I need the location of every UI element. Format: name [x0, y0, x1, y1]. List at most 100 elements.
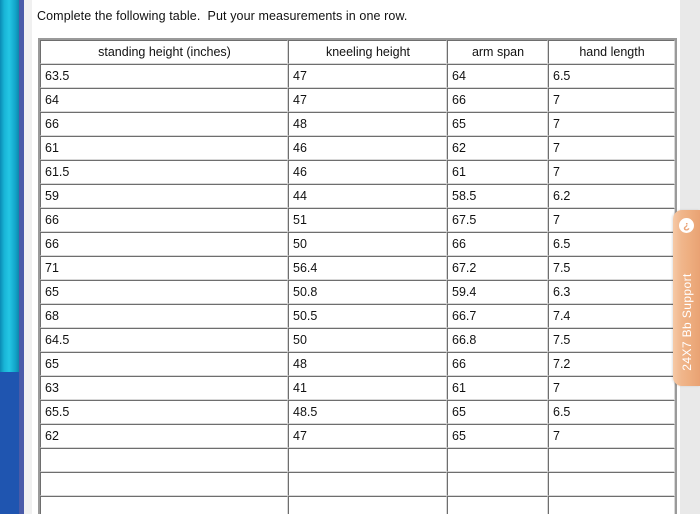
table-cell[interactable]: 7.2 [548, 352, 675, 376]
rail-segment-blue [0, 372, 19, 514]
table-cell[interactable]: 66 [447, 88, 548, 112]
table-cell[interactable] [288, 448, 447, 472]
left-navigation-rail [0, 0, 19, 514]
table-cell[interactable]: 68 [40, 304, 288, 328]
instruction-text: Complete the following table. Put your m… [37, 9, 408, 23]
table-cell[interactable] [447, 472, 548, 496]
table-header-row: standing height (inches) kneeling height… [40, 40, 675, 64]
table-cell[interactable]: 59.4 [447, 280, 548, 304]
table-row: 65 48 66 7.2 [40, 352, 675, 376]
table-cell[interactable]: 62 [40, 424, 288, 448]
table-cell[interactable]: 6.5 [548, 64, 675, 88]
table-cell[interactable]: 50.5 [288, 304, 447, 328]
table-cell[interactable]: 48 [288, 112, 447, 136]
table-cell[interactable]: 66 [447, 352, 548, 376]
table-row: 68 50.5 66.7 7.4 [40, 304, 675, 328]
table-cell[interactable]: 61 [447, 160, 548, 184]
table-cell[interactable]: 48.5 [288, 400, 447, 424]
table-cell[interactable]: 66 [40, 208, 288, 232]
table-cell[interactable]: 66 [40, 232, 288, 256]
table-cell[interactable]: 61.5 [40, 160, 288, 184]
table-row: 61.5 46 61 7 [40, 160, 675, 184]
table-cell[interactable]: 47 [288, 64, 447, 88]
table-cell[interactable]: 65 [447, 112, 548, 136]
table-row: 63.5 47 64 6.5 [40, 64, 675, 88]
table-cell[interactable]: 46 [288, 160, 447, 184]
table-cell[interactable] [548, 448, 675, 472]
table-cell[interactable]: 66.8 [447, 328, 548, 352]
table-cell[interactable] [288, 472, 447, 496]
table-cell[interactable]: 6.2 [548, 184, 675, 208]
table-cell[interactable] [40, 448, 288, 472]
table-cell[interactable]: 65 [447, 424, 548, 448]
table-cell[interactable]: 66.7 [447, 304, 548, 328]
table-row: 66 50 66 6.5 [40, 232, 675, 256]
rail-gutter [24, 0, 32, 514]
table-cell[interactable]: 7.5 [548, 256, 675, 280]
table-cell[interactable]: 7 [548, 112, 675, 136]
table-row: 62 47 65 7 [40, 424, 675, 448]
table-cell[interactable]: 6.5 [548, 400, 675, 424]
table-cell[interactable]: 58.5 [447, 184, 548, 208]
table-cell[interactable]: 7.4 [548, 304, 675, 328]
table-cell[interactable]: 61 [447, 376, 548, 400]
table-cell[interactable]: 65 [40, 352, 288, 376]
table-cell[interactable]: 7 [548, 136, 675, 160]
column-header-arm-span: arm span [447, 40, 548, 64]
table-cell[interactable]: 64 [447, 64, 548, 88]
table-cell[interactable]: 44 [288, 184, 447, 208]
table-row: 64.5 50 66.8 7.5 [40, 328, 675, 352]
table-cell[interactable]: 64 [40, 88, 288, 112]
table-cell[interactable]: 50 [288, 328, 447, 352]
table-cell[interactable] [40, 496, 288, 514]
table-row [40, 448, 675, 472]
table-cell[interactable]: 41 [288, 376, 447, 400]
table-cell[interactable]: 66 [40, 112, 288, 136]
column-header-kneeling-height: kneeling height [288, 40, 447, 64]
content-page: Complete the following table. Put your m… [32, 0, 700, 514]
table-cell[interactable]: 7 [548, 424, 675, 448]
table-row: 64 47 66 7 [40, 88, 675, 112]
table-cell[interactable]: 7 [548, 160, 675, 184]
table-cell[interactable] [40, 472, 288, 496]
table-cell[interactable] [548, 496, 675, 514]
question-mark-icon: ? [679, 218, 694, 233]
table-cell[interactable]: 66 [447, 232, 548, 256]
table-cell[interactable]: 63 [40, 376, 288, 400]
table-cell[interactable]: 65.5 [40, 400, 288, 424]
table-cell[interactable]: 7 [548, 208, 675, 232]
table-cell[interactable]: 62 [447, 136, 548, 160]
table-cell[interactable]: 71 [40, 256, 288, 280]
table-cell[interactable]: 61 [40, 136, 288, 160]
table-cell[interactable] [288, 496, 447, 514]
table-cell[interactable] [447, 496, 548, 514]
table-cell[interactable] [447, 448, 548, 472]
table-cell[interactable]: 67.5 [447, 208, 548, 232]
table-cell[interactable] [548, 472, 675, 496]
table-body: 63.5 47 64 6.5 64 47 66 7 66 48 65 7 61 46 62 7 61.5 46 61… [40, 64, 675, 514]
table-cell[interactable]: 50.8 [288, 280, 447, 304]
table-cell[interactable]: 46 [288, 136, 447, 160]
table-cell[interactable]: 7 [548, 376, 675, 400]
table-cell[interactable]: 59 [40, 184, 288, 208]
table-cell[interactable]: 65 [40, 280, 288, 304]
table-cell[interactable]: 64.5 [40, 328, 288, 352]
table-row [40, 472, 675, 496]
table-row: 61 46 62 7 [40, 136, 675, 160]
support-tab[interactable]: ? 24X7 Bb Support [673, 210, 700, 386]
table-cell[interactable]: 6.5 [548, 232, 675, 256]
table-cell[interactable]: 67.2 [447, 256, 548, 280]
table-cell[interactable]: 47 [288, 88, 447, 112]
table-cell[interactable]: 7 [548, 88, 675, 112]
table-row: 66 48 65 7 [40, 112, 675, 136]
table-cell[interactable]: 50 [288, 232, 447, 256]
table-cell[interactable]: 56.4 [288, 256, 447, 280]
table-cell[interactable]: 7.5 [548, 328, 675, 352]
table-row: 65.5 48.5 65 6.5 [40, 400, 675, 424]
table-cell[interactable]: 65 [447, 400, 548, 424]
table-cell[interactable]: 48 [288, 352, 447, 376]
table-cell[interactable]: 51 [288, 208, 447, 232]
table-cell[interactable]: 6.3 [548, 280, 675, 304]
table-cell[interactable]: 63.5 [40, 64, 288, 88]
table-cell[interactable]: 47 [288, 424, 447, 448]
